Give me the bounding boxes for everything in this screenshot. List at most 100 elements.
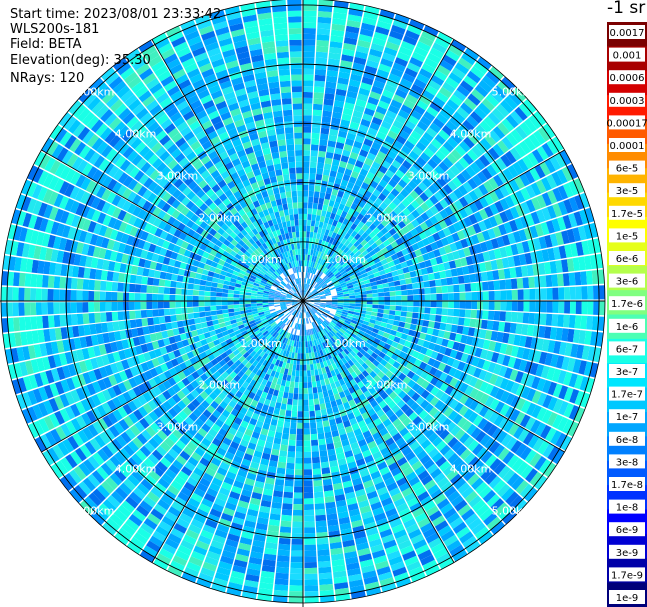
- gate-cell: [192, 301, 199, 307]
- gate-cell: [492, 321, 500, 331]
- gate-cell: [499, 279, 506, 290]
- gate-cell: [303, 196, 308, 203]
- gate-cell: [453, 284, 460, 293]
- gate-cell: [313, 232, 318, 239]
- gate-cell: [419, 301, 425, 307]
- gate-cell: [435, 286, 443, 294]
- gate-cell: [309, 167, 317, 174]
- gate-cell: [324, 157, 333, 165]
- gate-cell: [493, 280, 501, 290]
- gate-cell: [303, 370, 307, 377]
- gate-cell: [307, 381, 313, 388]
- gate-cell: [30, 302, 37, 316]
- gate-cell: [294, 376, 299, 383]
- gate-cell: [171, 273, 178, 281]
- gate-cell: [279, 526, 292, 533]
- gate-cell: [215, 301, 222, 306]
- gate-cell: [204, 301, 211, 307]
- gate-cell: [317, 386, 323, 393]
- gate-cell: [313, 86, 325, 93]
- gate-cell: [487, 310, 495, 320]
- gate-cell: [140, 284, 147, 293]
- gate-cell: [318, 391, 324, 399]
- gate-cell: [383, 305, 390, 310]
- gate-cell: [387, 319, 394, 325]
- gate-cell: [303, 451, 312, 458]
- gate-cell: [371, 311, 378, 317]
- gate-cell: [312, 208, 318, 215]
- gate-cell: [304, 573, 318, 580]
- gate-cell: [372, 293, 379, 297]
- gate-cell: [315, 57, 328, 65]
- gate-cell: [53, 289, 60, 301]
- gate-cell: [24, 316, 32, 331]
- gate-cell: [355, 294, 361, 298]
- gate-cell: [314, 497, 325, 504]
- gate-cell: [405, 317, 412, 324]
- gate-cell: [99, 302, 106, 312]
- gate-cell: [506, 301, 513, 311]
- gate-cell: [134, 310, 142, 319]
- gate-cell: [422, 320, 430, 327]
- gate-cell: [303, 202, 308, 209]
- gate-cell: [539, 313, 547, 326]
- gate-cell: [303, 173, 309, 180]
- gate-cell: [278, 456, 287, 463]
- gate-cell: [303, 132, 311, 139]
- gate-cell: [316, 34, 330, 41]
- gate-cell: [354, 306, 361, 310]
- gate-cell: [394, 285, 402, 291]
- gate-cell: [262, 303, 269, 306]
- gate-cell: [325, 151, 334, 159]
- gate-cell: [320, 461, 330, 469]
- gate-cell: [199, 285, 206, 291]
- gate-cell: [303, 463, 312, 470]
- gate-cell: [175, 295, 182, 301]
- gate-cell: [187, 283, 194, 290]
- gate-cell: [313, 398, 320, 405]
- gate-cell: [371, 289, 378, 294]
- gate-cell: [412, 306, 419, 313]
- gate-cell: [304, 550, 317, 557]
- gate-cell: [312, 387, 318, 394]
- gate-cell: [204, 291, 211, 297]
- gate-cell: [275, 402, 282, 409]
- gate-cell: [315, 514, 327, 522]
- gate-cell: [290, 416, 297, 423]
- gate-cell: [586, 315, 593, 330]
- gate-cell: [564, 287, 571, 300]
- gate-cell: [323, 484, 333, 492]
- gate-cell: [482, 310, 489, 320]
- gate-cell: [324, 396, 331, 404]
- gate-cell: [176, 314, 183, 321]
- gate-cell: [469, 318, 477, 328]
- gate-cell: [564, 301, 571, 314]
- gate-cell: [551, 274, 559, 287]
- gate-cell: [76, 302, 83, 313]
- gate-cell: [221, 301, 228, 306]
- gate-cell: [59, 302, 66, 314]
- gate-cell: [221, 292, 228, 297]
- gate-cell: [12, 302, 19, 317]
- gate-cell: [378, 292, 385, 297]
- gate-cell: [442, 293, 449, 301]
- gate-cell: [303, 68, 314, 75]
- gate-cell: [308, 387, 313, 394]
- gate-cell: [383, 287, 390, 293]
- gate-cell: [283, 392, 289, 399]
- gate-cell: [100, 312, 107, 323]
- gate-cell: [286, 404, 293, 411]
- gate-cell: [181, 301, 187, 308]
- gate-cell: [24, 273, 32, 287]
- gate-cell: [306, 353, 310, 359]
- gate-cell: [310, 156, 318, 163]
- gate-cell: [494, 290, 501, 300]
- gate-cell: [428, 273, 435, 281]
- gate-cell: [404, 272, 411, 279]
- gate-cell: [233, 290, 240, 295]
- gate-cell: [464, 309, 472, 318]
- gate-cell: [303, 86, 314, 93]
- gate-cell: [175, 308, 182, 315]
- gate-cell: [529, 301, 536, 312]
- gate-cell: [117, 301, 124, 311]
